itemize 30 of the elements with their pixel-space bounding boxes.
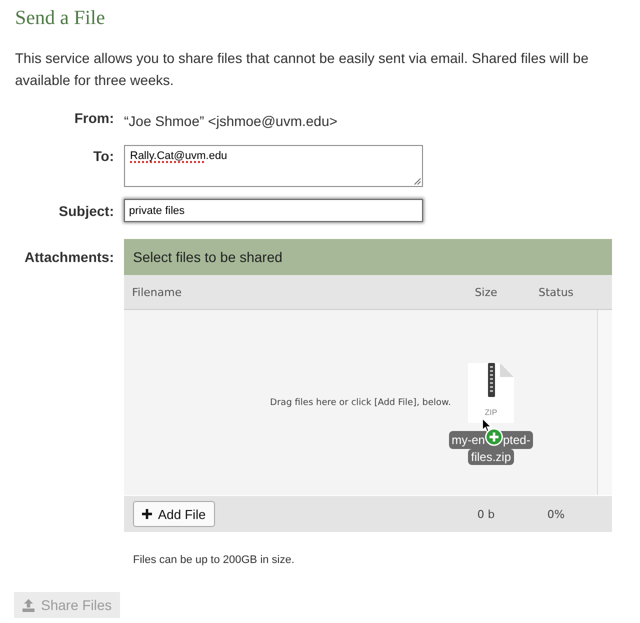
zipper-icon — [488, 363, 494, 397]
page-title: Send a File — [15, 7, 106, 29]
drop-zone[interactable]: Drag files here or click [Add File], below. ZIP my-en pted- files.zip — [124, 310, 597, 495]
file-name-tag: files.zip — [468, 449, 514, 465]
resize-grip-icon[interactable] — [414, 178, 421, 185]
drop-hint: Drag files here or click [Add File], below. — [270, 398, 451, 408]
subject-field[interactable]: private files — [124, 199, 423, 222]
column-header: Filename — [131, 286, 183, 298]
plus-icon — [142, 509, 152, 519]
from-value: “Joe Shmoe” <jshmoe@uvm.edu> — [124, 112, 338, 131]
file-name-text: my-en — [452, 432, 485, 448]
to-field[interactable]: Rally.Cat@uvm.edu — [124, 145, 423, 187]
total-status: 0% — [546, 508, 566, 520]
from-label: From: — [73, 109, 114, 128]
subject-label: Subject: — [58, 202, 114, 220]
scrollbar-track[interactable] — [597, 310, 612, 495]
panel-header: Select files to be shared — [124, 239, 612, 275]
column-header: Size — [474, 286, 498, 298]
cursor-icon — [482, 418, 492, 433]
to-label: To: — [92, 147, 114, 166]
column-header: Status — [537, 286, 575, 298]
attachments-label: Attachments: — [24, 248, 114, 267]
file-type-label: ZIP — [484, 408, 498, 417]
intro-text: This service allows you to share files that cannot be easily sent via email. Shared files will be available for three weeks. — [15, 49, 590, 90]
total-size: 0 b — [476, 508, 496, 520]
upload-icon — [22, 598, 35, 612]
file-name-text: pted- — [502, 432, 530, 448]
size-limit-note: Files can be up to 200GB in size. — [132, 554, 296, 566]
add-badge-icon — [484, 428, 503, 446]
add-file-button[interactable]: Add File — [133, 501, 215, 527]
